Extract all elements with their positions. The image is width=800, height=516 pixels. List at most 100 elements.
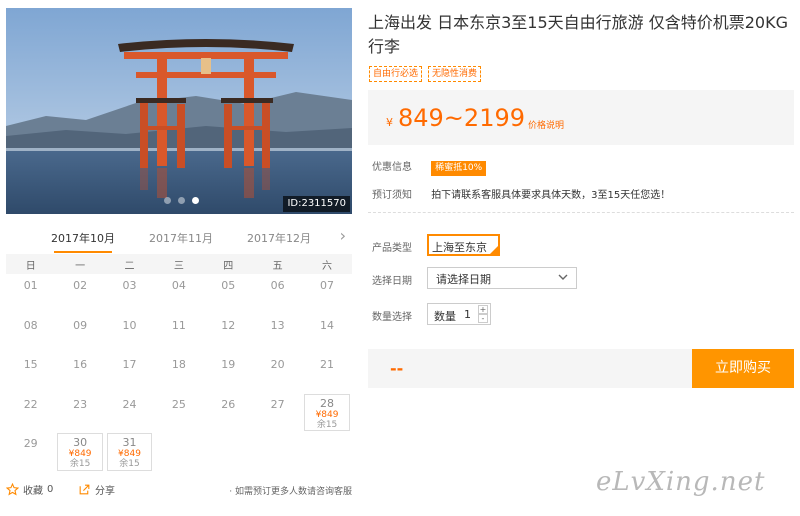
day-number: 11 (171, 318, 186, 332)
promo-badge: 稀蜜抵10% (431, 161, 487, 176)
calendar-day: 22 (6, 393, 55, 433)
calendar-day: 17 (105, 353, 154, 393)
day-number: 07 (320, 279, 335, 292)
day-price: ¥849 (68, 449, 92, 460)
calendar-day: 24 (105, 393, 154, 433)
tab-month-dec[interactable]: 2017年12月 (234, 230, 324, 246)
tab-month-oct[interactable]: 2017年10月 (38, 230, 128, 246)
day-number: 12 (221, 318, 236, 332)
quantity-stepper[interactable]: 数量 1 + - (427, 303, 491, 325)
day-number: 04 (171, 279, 186, 292)
photo-id-label: ID:2311570 (283, 196, 350, 212)
day-number: 21 (320, 358, 335, 372)
calendar-day: 16 (55, 353, 104, 393)
favorite-count: 0 (47, 484, 54, 495)
product-tags: 自由行必选 无隐性消费 (369, 66, 482, 82)
day-number: 16 (73, 358, 88, 372)
calendar-day: 15 (6, 353, 55, 393)
calendar-day: 07 (302, 274, 351, 314)
calendar-day: 11 (154, 314, 203, 354)
day-remaining: 余15 (69, 459, 91, 470)
calendar-day: 10 (105, 314, 154, 354)
calendar-day: 25 (154, 393, 203, 433)
day-number: 26 (221, 397, 236, 411)
notice-text: 拍下请联系客服具体要求具体天数，3至15天任您选！ (431, 190, 671, 201)
consult-note: · 如需预订更多人数请咨询客服 (229, 487, 352, 497)
calendar-day: 21 (302, 353, 351, 393)
day-number: 01 (23, 279, 38, 292)
price-range: 849~2199 (398, 104, 525, 132)
calendar-day: 12 (204, 314, 253, 354)
weekday-label: 五 (272, 260, 283, 272)
day-number: 27 (270, 397, 285, 411)
calendar-days: 01 02 03 04 05 06 07 08 09 10 11 12 13 14 15 16 17 18 19 20… (6, 274, 352, 472)
product-photo[interactable]: ID:2311570 (6, 8, 352, 214)
day-price: ¥849 (118, 449, 141, 460)
torii-photo-image (6, 8, 352, 214)
day-number: 13 (270, 318, 285, 332)
favorite-button[interactable]: 收藏 0 (6, 482, 53, 497)
day-number: 24 (122, 397, 137, 411)
share-icon (79, 484, 90, 495)
buy-now-button[interactable]: 立即购买 (692, 349, 794, 388)
product-tag: 自由行必选 (369, 66, 423, 82)
day-remaining: 余15 (119, 459, 140, 470)
day-number: 14 (320, 318, 335, 332)
calendar-day: 09 (55, 314, 104, 354)
carousel-dot[interactable] (164, 197, 171, 204)
weekday-label: 四 (223, 260, 234, 272)
date-select[interactable]: 请选择日期 (427, 267, 577, 289)
calendar-day-available[interactable]: 31 ¥849 余15 (106, 433, 153, 471)
promo-label: 优惠信息 (372, 162, 412, 173)
calendar-day: 08 (6, 314, 55, 354)
product-type-value: 上海至东京 (432, 241, 487, 254)
product-type-option[interactable]: 上海至东京 (427, 234, 500, 256)
weekday-label: 六 (322, 260, 333, 272)
carousel-dot[interactable] (178, 197, 185, 204)
day-number: 15 (23, 358, 38, 372)
quantity-text: 数量 (434, 310, 456, 323)
selected-corner-icon (490, 246, 498, 254)
date-select-label: 选择日期 (372, 276, 412, 287)
calendar-day: 05 (204, 274, 253, 314)
product-title: 上海出发 日本东京3至15天自由行旅游 仅含特价机票20KG行李 (368, 13, 788, 56)
site-watermark: eLvXing.net (596, 467, 766, 497)
calendar-day-available[interactable]: 28 ¥849 余15 (304, 393, 350, 432)
notice-label: 预订须知 (372, 190, 412, 201)
calendar-day: 02 (55, 274, 104, 314)
quantity-decrease-button[interactable]: - (478, 314, 488, 323)
day-number: 23 (73, 397, 88, 411)
weekday-label: 二 (124, 260, 135, 272)
calendar-day: 23 (55, 393, 104, 433)
day-price: ¥849 (315, 409, 339, 420)
date-select-placeholder: 请选择日期 (436, 273, 491, 286)
notice-row: 预订须知 拍下请联系客服具体要求具体天数，3至15天任您选！ (372, 186, 670, 201)
day-number: 29 (23, 437, 38, 451)
product-tag: 无隐性消费 (428, 66, 482, 82)
quantity-label: 数量选择 (372, 312, 412, 323)
price-calendar: 日 一 二 三 四 五 六 01 02 03 04 05 06 07 08 09 10 11 12 13… (6, 254, 352, 476)
carousel-dots (164, 197, 199, 204)
share-label: 分享 (95, 486, 115, 497)
quantity-increase-button[interactable]: + (478, 305, 488, 314)
total-price: -- (390, 359, 404, 378)
price-explanation-link[interactable]: 价格说明 (528, 118, 564, 131)
day-number: 20 (270, 358, 285, 372)
favorite-label: 收藏 (23, 486, 43, 497)
day-number: 18 (171, 358, 186, 372)
calendar-day-available[interactable]: 30 ¥849 余15 (57, 433, 103, 471)
weekday-label: 一 (75, 260, 86, 272)
next-month-icon[interactable]: › (340, 226, 346, 245)
day-number: 17 (122, 358, 137, 372)
quantity-value[interactable]: 1 (464, 308, 471, 321)
calendar-day: 13 (253, 314, 302, 354)
share-button[interactable]: 分享 (78, 482, 115, 497)
promo-row: 优惠信息 稀蜜抵10% (372, 158, 487, 176)
carousel-dot-active[interactable] (192, 197, 199, 204)
calendar-day: 01 (6, 274, 55, 314)
star-icon (6, 483, 19, 496)
day-number: 06 (270, 279, 285, 292)
day-number: 25 (171, 397, 186, 411)
tab-month-nov[interactable]: 2017年11月 (136, 230, 226, 246)
calendar-day: 20 (253, 353, 302, 393)
